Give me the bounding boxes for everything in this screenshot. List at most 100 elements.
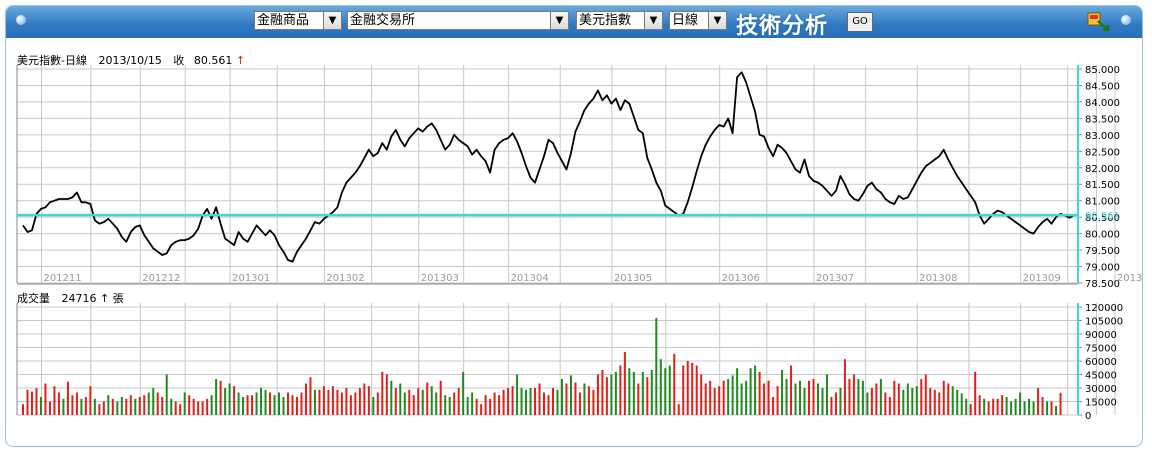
volume-bar <box>462 371 465 415</box>
volume-bar <box>664 368 667 415</box>
volume-value: 24716 <box>62 292 97 305</box>
volume-bar <box>673 353 676 415</box>
volume-tick-label: 45000 <box>1085 371 1117 382</box>
volume-bar <box>614 371 617 415</box>
volume-bar <box>605 377 608 415</box>
volume-bar <box>902 389 905 415</box>
volume-bar <box>1005 397 1008 415</box>
volume-bar <box>1032 401 1035 415</box>
volume-bar <box>722 380 725 415</box>
volume-bar <box>843 359 846 415</box>
volume-bar <box>983 398 986 415</box>
volume-bar <box>691 362 694 415</box>
volume-bar <box>547 395 550 415</box>
volume-bar <box>632 371 635 415</box>
volume-bar <box>138 397 141 415</box>
volume-bar <box>569 375 572 415</box>
volume-bar <box>278 392 281 415</box>
volume-bar <box>286 392 289 415</box>
volume-bar <box>57 392 60 415</box>
volume-bar <box>731 375 734 415</box>
volume-bar <box>592 389 595 415</box>
volume-tick-label: 15000 <box>1085 398 1117 409</box>
volume-bar <box>480 404 483 415</box>
volume-bar <box>219 380 222 415</box>
volume-panel-label: 成交量 <box>17 291 50 305</box>
price-tick-label: 83.000 <box>1085 131 1120 142</box>
volume-bar <box>179 404 182 415</box>
volume-bar <box>1037 388 1040 415</box>
volume-bar <box>367 386 370 415</box>
x-tick-label: 201306 <box>722 273 760 284</box>
volume-bar <box>565 383 568 415</box>
volume-bar <box>269 392 272 415</box>
volume-bar <box>421 389 424 415</box>
volume-bar <box>974 371 977 415</box>
volume-bar <box>125 398 128 415</box>
up-arrow-icon: ↑ <box>100 292 109 305</box>
volume-bar <box>498 395 501 415</box>
volume-bar <box>511 386 514 415</box>
volume-bar <box>808 380 811 415</box>
svg-text:美元指數-日線 2013/10/15: 美元指數-日線 2013/10/15 收 80.561 ↑ <box>17 53 245 67</box>
volume-bar <box>340 392 343 415</box>
volume-bar <box>233 386 236 415</box>
volume-tick-label: 60000 <box>1085 357 1117 368</box>
volume-bar <box>435 392 438 415</box>
volume-bar <box>947 383 950 415</box>
volume-bar <box>866 392 869 415</box>
volume-bar <box>35 388 38 415</box>
volume-tick-label: 105000 <box>1085 317 1123 328</box>
volume-bar <box>587 386 590 415</box>
volume-bar <box>116 401 119 415</box>
close-value: 80.561 <box>194 54 233 67</box>
volume-bar <box>143 395 146 415</box>
price-tick-label: 84.000 <box>1085 98 1120 109</box>
volume-bar <box>965 398 968 415</box>
volume-bar <box>745 380 748 415</box>
volume-bar <box>475 398 478 415</box>
volume-bar <box>93 398 96 415</box>
volume-bar <box>713 388 716 415</box>
volume-bar <box>821 388 824 415</box>
volume-bar <box>354 392 357 415</box>
volume-bar <box>852 374 855 415</box>
volume-bar <box>408 389 411 415</box>
price-date: 2013/10/15 <box>98 54 161 67</box>
volume-bar <box>188 395 191 415</box>
volume-bar <box>62 398 65 415</box>
volume-bar <box>489 398 492 415</box>
volume-bar <box>543 392 546 415</box>
volume-bar <box>1014 398 1017 415</box>
volume-bar <box>839 388 842 415</box>
volume-bar <box>152 388 155 415</box>
volume-bar <box>471 392 474 415</box>
volume-bar <box>897 383 900 415</box>
volume-bar <box>183 392 186 415</box>
volume-bar <box>129 395 132 415</box>
volume-bar <box>960 393 963 415</box>
volume-bar <box>372 397 375 415</box>
volume-bar <box>448 397 451 415</box>
volume-bar <box>1010 401 1013 415</box>
volume-bar <box>228 383 231 415</box>
volume-bar <box>799 380 802 415</box>
volume-bar <box>165 374 168 415</box>
volume-bar <box>493 392 496 415</box>
volume-bar <box>754 365 757 415</box>
volume-bar <box>906 383 909 415</box>
volume-bar <box>1046 401 1049 415</box>
volume-bar <box>318 389 321 415</box>
volume-bar <box>107 395 110 415</box>
volume-bar <box>197 401 200 415</box>
volume-bar <box>996 398 999 415</box>
volume-tick-label: 75000 <box>1085 344 1117 355</box>
volume-bar <box>403 392 406 415</box>
volume-bar <box>502 389 505 415</box>
volume-bar <box>273 395 276 415</box>
volume-bar <box>291 395 294 415</box>
volume-bar <box>951 386 954 415</box>
volume-bar <box>53 386 56 415</box>
volume-bar <box>466 397 469 415</box>
volume-bar <box>857 379 860 415</box>
